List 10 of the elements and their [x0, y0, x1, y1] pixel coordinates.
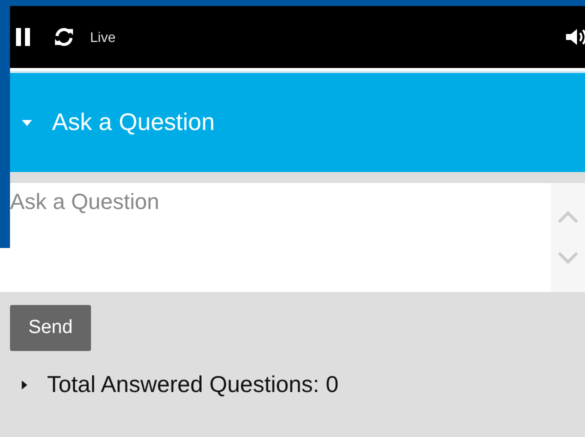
panel-title: Ask a Question — [52, 108, 215, 136]
answered-count-label: Total Answered Questions: 0 — [47, 371, 338, 398]
caret-icon[interactable] — [20, 378, 29, 390]
send-button[interactable]: Send — [10, 305, 91, 351]
question-field[interactable]: Ask a Question — [0, 183, 551, 292]
caret-icon — [22, 118, 32, 128]
refresh-icon[interactable] — [54, 27, 74, 47]
pause-icon[interactable] — [16, 28, 30, 46]
live-label: Live — [90, 29, 116, 45]
speaker-icon[interactable] — [566, 28, 585, 46]
